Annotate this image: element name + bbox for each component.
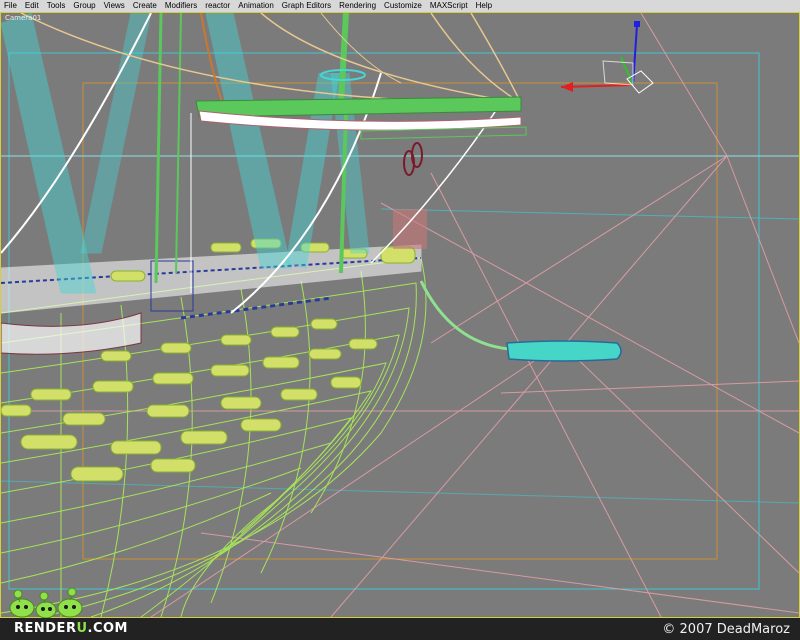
menu-group[interactable]: Group bbox=[69, 0, 99, 12]
guide-line bbox=[380, 208, 799, 220]
footer-bar: RENDERU.COM © 2007 DeadMaroz bbox=[0, 618, 800, 640]
viewport-label[interactable]: Camera01 bbox=[5, 14, 41, 22]
menu-create[interactable]: Create bbox=[129, 0, 161, 12]
brand-accent: U bbox=[76, 621, 88, 636]
menu-graph-editors[interactable]: Graph Editors bbox=[278, 0, 335, 12]
menu-reactor[interactable]: reactor bbox=[201, 0, 234, 12]
menu-customize[interactable]: Customize bbox=[380, 0, 426, 12]
menu-rendering[interactable]: Rendering bbox=[335, 0, 380, 12]
camera-viewport[interactable]: Camera01 bbox=[0, 12, 800, 618]
menu-file[interactable]: File bbox=[0, 0, 21, 12]
ship-rigging bbox=[1, 13, 522, 314]
guide-line bbox=[1, 480, 799, 504]
wireframe-scene[interactable] bbox=[1, 13, 799, 617]
copyright-notice: © 2007 DeadMaroz bbox=[662, 622, 790, 637]
menu-edit[interactable]: Edit bbox=[21, 0, 43, 12]
renderu-logo[interactable]: RENDERU.COM bbox=[14, 621, 128, 636]
menu-maxscript[interactable]: MAXScript bbox=[426, 0, 472, 12]
axis-gizmo[interactable] bbox=[560, 21, 654, 94]
anchor-buoy bbox=[419, 280, 622, 362]
brand-suffix: .COM bbox=[87, 621, 128, 636]
menu-help[interactable]: Help bbox=[472, 0, 496, 12]
menu-tools[interactable]: Tools bbox=[43, 0, 70, 12]
brand-main: RENDER bbox=[14, 621, 77, 636]
menu-views[interactable]: Views bbox=[100, 0, 129, 12]
menu-animation[interactable]: Animation bbox=[234, 0, 278, 12]
menu-modifiers[interactable]: Modifiers bbox=[161, 0, 201, 12]
renderu-mascot-icon bbox=[9, 587, 83, 618]
